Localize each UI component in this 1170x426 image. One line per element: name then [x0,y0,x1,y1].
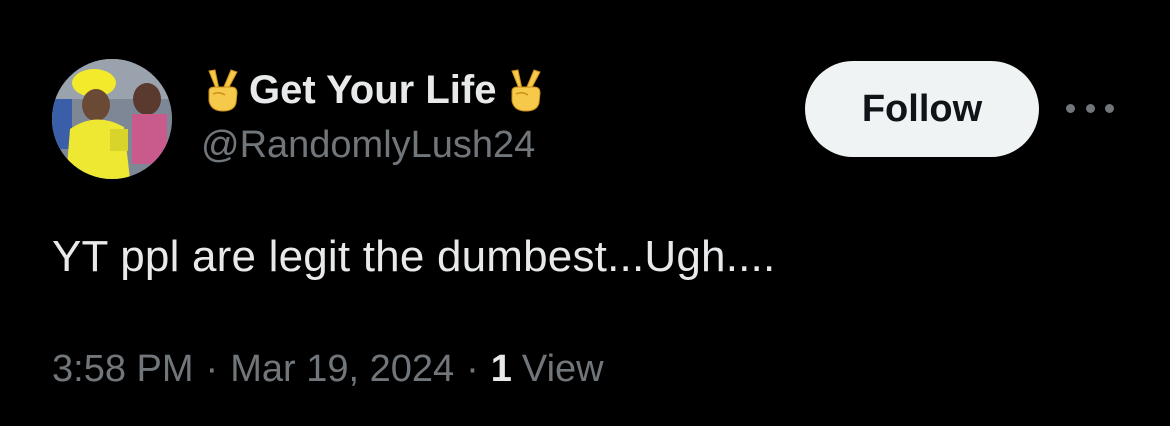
avatar[interactable] [52,59,172,179]
meta-separator: · [466,348,479,390]
more-dot [1105,103,1114,113]
tweet-header: Get Your Life @RandomlyLush24 [201,66,544,167]
victory-hand-icon [201,67,241,113]
tweet-text: YT ppl are legit the dumbest...Ugh.... [52,232,776,281]
view-count[interactable]: 1 [491,348,512,391]
tweet-date[interactable]: Mar 19, 2024 [230,348,454,391]
victory-hand-icon [504,67,544,113]
more-options-icon[interactable] [1066,96,1114,120]
tweet: Get Your Life @RandomlyLush24 Follow YT … [0,0,1170,426]
more-dot [1066,103,1075,113]
more-dot [1085,103,1095,113]
author-display-name[interactable]: Get Your Life [249,68,496,113]
tweet-time[interactable]: 3:58 PM [52,348,194,391]
avatar-photo [52,59,172,179]
author-handle[interactable]: @RandomlyLush24 [201,124,544,167]
tweet-meta: 3:58 PM · Mar 19, 2024 · 1 View [52,348,604,391]
follow-button[interactable]: Follow [805,61,1039,157]
author-name-row[interactable]: Get Your Life [201,66,544,114]
meta-separator: · [205,348,219,390]
view-label[interactable]: View [522,348,604,391]
